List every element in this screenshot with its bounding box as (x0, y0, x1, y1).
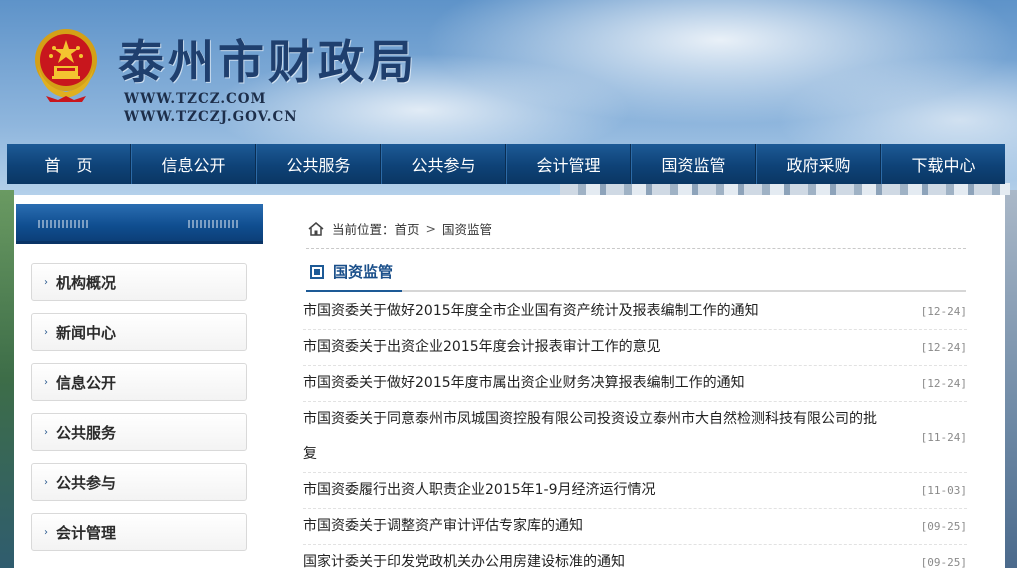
list-item: 市国资委关于调整资产审计评估专家库的通知 [09-25] (303, 509, 967, 545)
scenery-right-strip (1005, 190, 1017, 568)
sidebar-item-news[interactable]: › 新闻中心 (31, 313, 247, 351)
nav-item-public-service[interactable]: 公共服务 (256, 144, 381, 184)
nav-item-procurement[interactable]: 政府采购 (756, 144, 881, 184)
section-title: 国资监管 (310, 261, 393, 282)
site-url-primary: WWW.TZCZ.COM (124, 91, 267, 107)
home-icon (308, 221, 324, 236)
breadcrumb-prefix: 当前位置： (332, 222, 395, 237)
sidebar-header (16, 204, 263, 244)
nav-item-info-disclosure[interactable]: 信息公开 (131, 144, 256, 184)
site-header: 泰州市财政局 WWW.TZCZ.COM WWW.TZCZJ.GOV.CN (0, 0, 1017, 144)
list-item: 国家计委关于印发党政机关办公用房建设标准的通知 [09-25] (303, 545, 967, 568)
news-date: [12-24] (920, 377, 967, 390)
news-title-link[interactable]: 国家计委关于印发党政机关办公用房建设标准的通知 (303, 545, 883, 568)
list-item: 市国资委关于做好2015年度全市企业国有资产统计及报表编制工作的通知 [12-2… (303, 294, 967, 330)
sidebar-item-label: 信息公开 (56, 373, 117, 392)
nav-item-accounting[interactable]: 会计管理 (506, 144, 631, 184)
skyline-strip (560, 183, 1010, 195)
news-title-link[interactable]: 市国资委关于出资企业2015年度会计报表审计工作的意见 (303, 330, 883, 365)
sidebar-item-overview[interactable]: › 机构概况 (31, 263, 247, 301)
news-title-link[interactable]: 市国资委关于做好2015年度市属出资企业财务决算报表编制工作的通知 (303, 366, 883, 401)
section-title-text: 国资监管 (333, 263, 394, 281)
sidebar-item-label: 新闻中心 (56, 323, 117, 342)
list-item: 市国资委履行出资人职责企业2015年1-9月经济运行情况 [11-03] (303, 473, 967, 509)
breadcrumb-home-link[interactable]: 首页 (395, 219, 420, 238)
breadcrumb: 当前位置： 首页 > 国资监管 (308, 219, 492, 238)
sidebar: › 机构概况 › 新闻中心 › 信息公开 › 公共服务 › 公共参与 › 会计管… (14, 195, 277, 568)
news-date: [11-24] (920, 430, 967, 444)
news-date: [11-03] (920, 484, 967, 497)
sidebar-item-info-disclosure[interactable]: › 信息公开 (31, 363, 247, 401)
main-content: 当前位置： 首页 > 国资监管 国资监管 市国资委关于做好2015年度全市企业国… (277, 195, 1005, 568)
chevron-right-icon: › (44, 276, 48, 288)
news-title-link[interactable]: 市国资委关于做好2015年度全市企业国有资产统计及报表编制工作的通知 (303, 294, 883, 329)
scenery-left-strip (0, 190, 14, 568)
chevron-right-icon: › (44, 476, 48, 488)
nav-item-downloads[interactable]: 下载中心 (881, 144, 1005, 184)
news-list: 市国资委关于做好2015年度全市企业国有资产统计及报表编制工作的通知 [12-2… (303, 294, 967, 568)
square-bullet-icon (310, 264, 324, 279)
site-title: 泰州市财政局 (118, 35, 418, 89)
sidebar-header-decoration (188, 220, 238, 228)
news-date: [09-25] (920, 520, 967, 533)
breadcrumb-separator: > (425, 221, 437, 236)
list-item: 市国资委关于同意泰州市凤城国资控股有限公司投资设立泰州市大自然检测科技有限公司的… (303, 402, 967, 473)
national-emblem-icon (35, 29, 97, 102)
sidebar-header-decoration (38, 220, 88, 228)
sidebar-item-label: 公共服务 (56, 423, 117, 442)
section-underline (306, 290, 966, 292)
news-title-link[interactable]: 市国资委履行出资人职责企业2015年1-9月经济运行情况 (303, 473, 883, 508)
nav-item-public-participation[interactable]: 公共参与 (381, 144, 506, 184)
chevron-right-icon: › (44, 526, 48, 538)
sidebar-item-label: 公共参与 (56, 473, 117, 492)
news-date: [12-24] (920, 305, 967, 318)
chevron-right-icon: › (44, 426, 48, 438)
news-date: [12-24] (920, 341, 967, 354)
list-item: 市国资委关于做好2015年度市属出资企业财务决算报表编制工作的通知 [12-24… (303, 366, 967, 402)
nav-item-home[interactable]: 首 页 (7, 144, 131, 184)
divider (306, 248, 966, 249)
nav-item-state-assets[interactable]: 国资监管 (631, 144, 756, 184)
news-title-link[interactable]: 市国资委关于同意泰州市凤城国资控股有限公司投资设立泰州市大自然检测科技有限公司的… (303, 402, 883, 472)
site-url-secondary: WWW.TZCZJ.GOV.CN (124, 109, 298, 125)
sidebar-item-accounting[interactable]: › 会计管理 (31, 513, 247, 551)
news-title-link[interactable]: 市国资委关于调整资产审计评估专家库的通知 (303, 509, 883, 544)
sidebar-item-public-participation[interactable]: › 公共参与 (31, 463, 247, 501)
sidebar-item-label: 机构概况 (56, 273, 117, 292)
breadcrumb-current[interactable]: 国资监管 (442, 219, 492, 238)
list-item: 市国资委关于出资企业2015年度会计报表审计工作的意见 [12-24] (303, 330, 967, 366)
chevron-right-icon: › (44, 326, 48, 338)
sidebar-item-public-service[interactable]: › 公共服务 (31, 413, 247, 451)
chevron-right-icon: › (44, 376, 48, 388)
sidebar-item-label: 会计管理 (56, 523, 117, 542)
news-date: [09-25] (920, 556, 967, 568)
main-nav: 首 页 信息公开 公共服务 公共参与 会计管理 国资监管 政府采购 下载中心 (7, 144, 1005, 184)
